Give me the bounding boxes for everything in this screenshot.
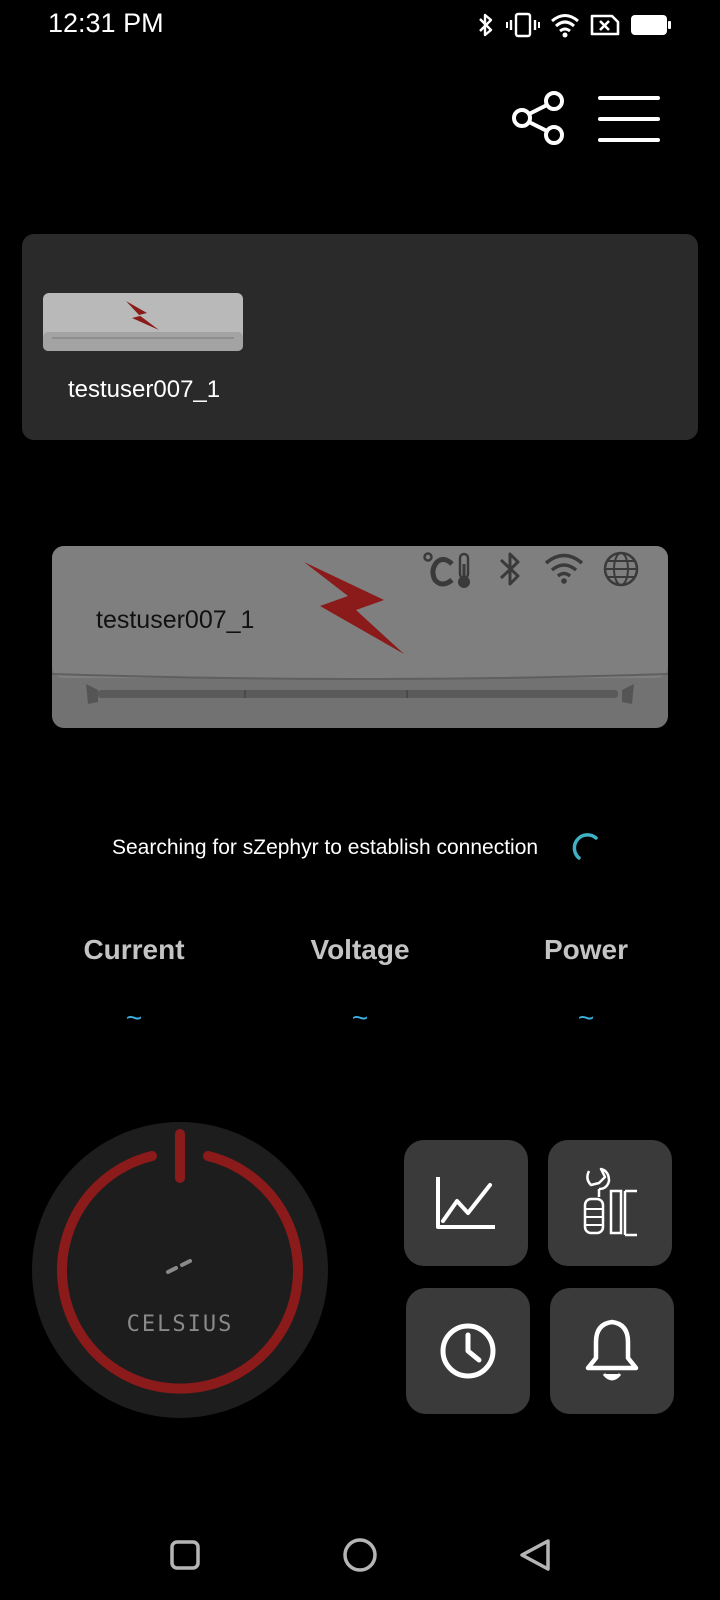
bluetooth-indicator-icon xyxy=(499,552,520,586)
ac-thumbnail xyxy=(43,293,243,351)
recents-button[interactable] xyxy=(160,1530,210,1580)
back-icon xyxy=(520,1539,550,1571)
connection-status-text: Searching for sZephyr to establish conne… xyxy=(112,836,539,859)
ac-unit-illustration xyxy=(48,544,672,730)
power-dial[interactable] xyxy=(30,1120,330,1420)
loading-spinner-icon xyxy=(572,833,598,860)
temperature-unit-label: CELSIUS xyxy=(126,1312,234,1337)
home-icon xyxy=(343,1538,377,1572)
status-time: 12:31 PM xyxy=(48,8,164,38)
metric-value-current: ~ xyxy=(125,1002,143,1033)
menu-icon xyxy=(598,96,660,142)
celsius-thermometer-icon xyxy=(423,552,470,588)
metric-value-voltage: ~ xyxy=(351,1002,369,1033)
back-button[interactable] xyxy=(510,1530,560,1580)
service-icon xyxy=(583,1167,637,1237)
service-button[interactable] xyxy=(548,1140,672,1266)
no-sim-icon xyxy=(590,14,620,36)
battery-icon xyxy=(631,15,671,35)
device-card[interactable]: testuser007_1 xyxy=(22,234,698,440)
metric-label-voltage: Voltage xyxy=(310,934,410,965)
status-bar: 12:31 PM xyxy=(0,0,720,50)
vibrate-icon xyxy=(506,12,540,38)
notifications-button[interactable] xyxy=(550,1288,674,1414)
home-button[interactable] xyxy=(335,1530,385,1580)
clock-icon xyxy=(440,1323,496,1379)
device-card-name: testuser007_1 xyxy=(68,376,221,403)
ac-unit-name: testuser007_1 xyxy=(96,606,255,634)
chart-icon xyxy=(436,1177,495,1229)
wifi-icon xyxy=(551,14,579,38)
metric-value-power: ~ xyxy=(577,1002,595,1033)
globe-icon xyxy=(603,551,639,587)
statistics-button[interactable] xyxy=(404,1140,528,1266)
recents-icon xyxy=(170,1540,200,1570)
share-icon xyxy=(512,91,564,145)
menu-button[interactable] xyxy=(598,92,660,148)
connection-status: Searching for sZephyr to establish conne… xyxy=(0,832,720,866)
status-icons xyxy=(476,10,672,40)
bluetooth-icon xyxy=(479,13,493,37)
metric-label-power: Power xyxy=(543,934,629,965)
metric-label-current: Current xyxy=(83,934,185,965)
wifi-indicator-icon xyxy=(544,553,584,584)
share-button[interactable] xyxy=(510,90,570,150)
schedule-button[interactable] xyxy=(406,1288,530,1414)
bell-icon xyxy=(585,1319,639,1381)
